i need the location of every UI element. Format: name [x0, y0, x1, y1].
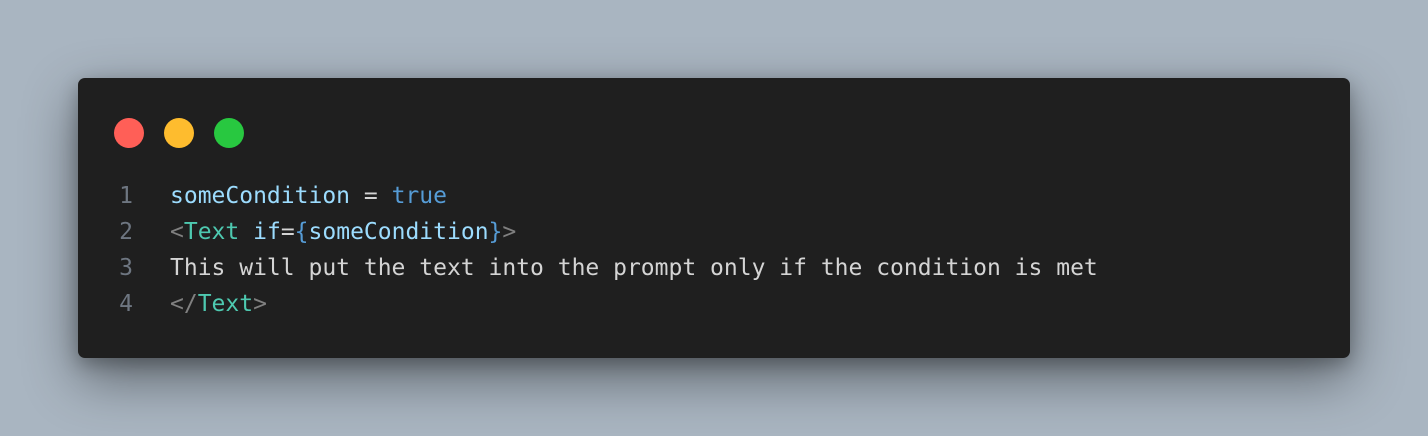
line-content: someCondition = true: [170, 178, 447, 214]
line-number: 1: [119, 183, 133, 209]
line-number: 4: [119, 291, 133, 317]
line-number: 3: [119, 255, 133, 281]
zoom-button[interactable]: [214, 118, 244, 148]
code-line: 4 </Text>: [78, 286, 1350, 322]
code-token: >: [253, 291, 267, 317]
code-token: someCondition: [170, 183, 351, 209]
line-number: 2: [119, 219, 133, 245]
code-token: >: [502, 219, 517, 245]
minimize-button[interactable]: [164, 118, 194, 148]
code-token: true: [391, 183, 447, 209]
close-button[interactable]: [114, 118, 144, 148]
line-content: </Text>: [170, 286, 267, 322]
line-content: <Text if={someCondition}>: [170, 214, 516, 250]
code-token: Text: [197, 291, 254, 317]
code-line: 1 someCondition = true: [78, 178, 1350, 214]
code-token: This will put the text into the prompt o…: [170, 255, 1098, 281]
code-token: if: [253, 219, 281, 245]
code-token: <: [170, 219, 184, 245]
code-window: 1 someCondition = true 2 <Text if={someC…: [78, 78, 1350, 358]
code-line: 2 <Text if={someCondition}>: [78, 214, 1350, 250]
line-content: This will put the text into the prompt o…: [170, 250, 1098, 286]
code-token: }: [488, 219, 503, 245]
code-token: {: [294, 219, 309, 245]
code-token: Text: [183, 219, 240, 245]
code-token: =: [280, 219, 295, 245]
code-token: </: [170, 291, 198, 317]
code-token: someCondition: [308, 219, 489, 245]
window-controls: [114, 118, 264, 148]
code-block: 1 someCondition = true 2 <Text if={someC…: [78, 178, 1350, 322]
code-token: =: [350, 183, 392, 209]
code-line: 3 This will put the text into the prompt…: [78, 250, 1350, 286]
